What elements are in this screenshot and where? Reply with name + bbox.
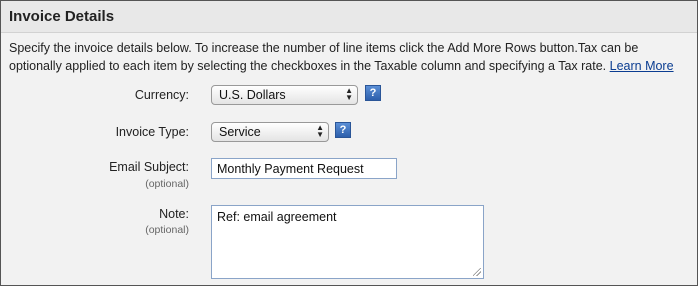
note-label: Note: bbox=[159, 207, 189, 221]
panel-header: Invoice Details bbox=[1, 1, 697, 33]
note-value: Ref: email agreement bbox=[217, 210, 337, 224]
invoice-type-select[interactable]: Service ▲ ▼ bbox=[211, 122, 329, 142]
email-subject-label: Email Subject: bbox=[109, 160, 189, 174]
currency-label: Currency: bbox=[134, 88, 189, 102]
note-optional: (optional) bbox=[145, 224, 189, 236]
up-down-chevron-icon: ▲ ▼ bbox=[316, 123, 324, 139]
email-subject-input[interactable]: Monthly Payment Request bbox=[211, 158, 397, 179]
currency-select[interactable]: U.S. Dollars ▲ ▼ bbox=[211, 85, 358, 105]
panel-title: Invoice Details bbox=[9, 8, 115, 25]
invoice-type-label: Invoice Type: bbox=[115, 125, 189, 139]
invoice-type-value: Service bbox=[219, 125, 261, 139]
question-mark-icon[interactable]: ? bbox=[335, 122, 351, 138]
up-down-chevron-icon: ▲ ▼ bbox=[345, 86, 353, 102]
panel-description: Specify the invoice details below. To in… bbox=[9, 39, 689, 75]
note-textarea[interactable]: Ref: email agreement bbox=[211, 205, 484, 279]
description-text: Specify the invoice details below. To in… bbox=[9, 41, 639, 73]
learn-more-link[interactable]: Learn More bbox=[610, 59, 674, 73]
email-subject-optional: (optional) bbox=[145, 178, 189, 190]
resize-grip-icon[interactable] bbox=[473, 268, 481, 276]
currency-value: U.S. Dollars bbox=[219, 88, 286, 102]
invoice-details-panel: Invoice Details Specify the invoice deta… bbox=[0, 0, 698, 286]
question-mark-icon[interactable]: ? bbox=[365, 85, 381, 101]
email-subject-value: Monthly Payment Request bbox=[217, 162, 364, 176]
